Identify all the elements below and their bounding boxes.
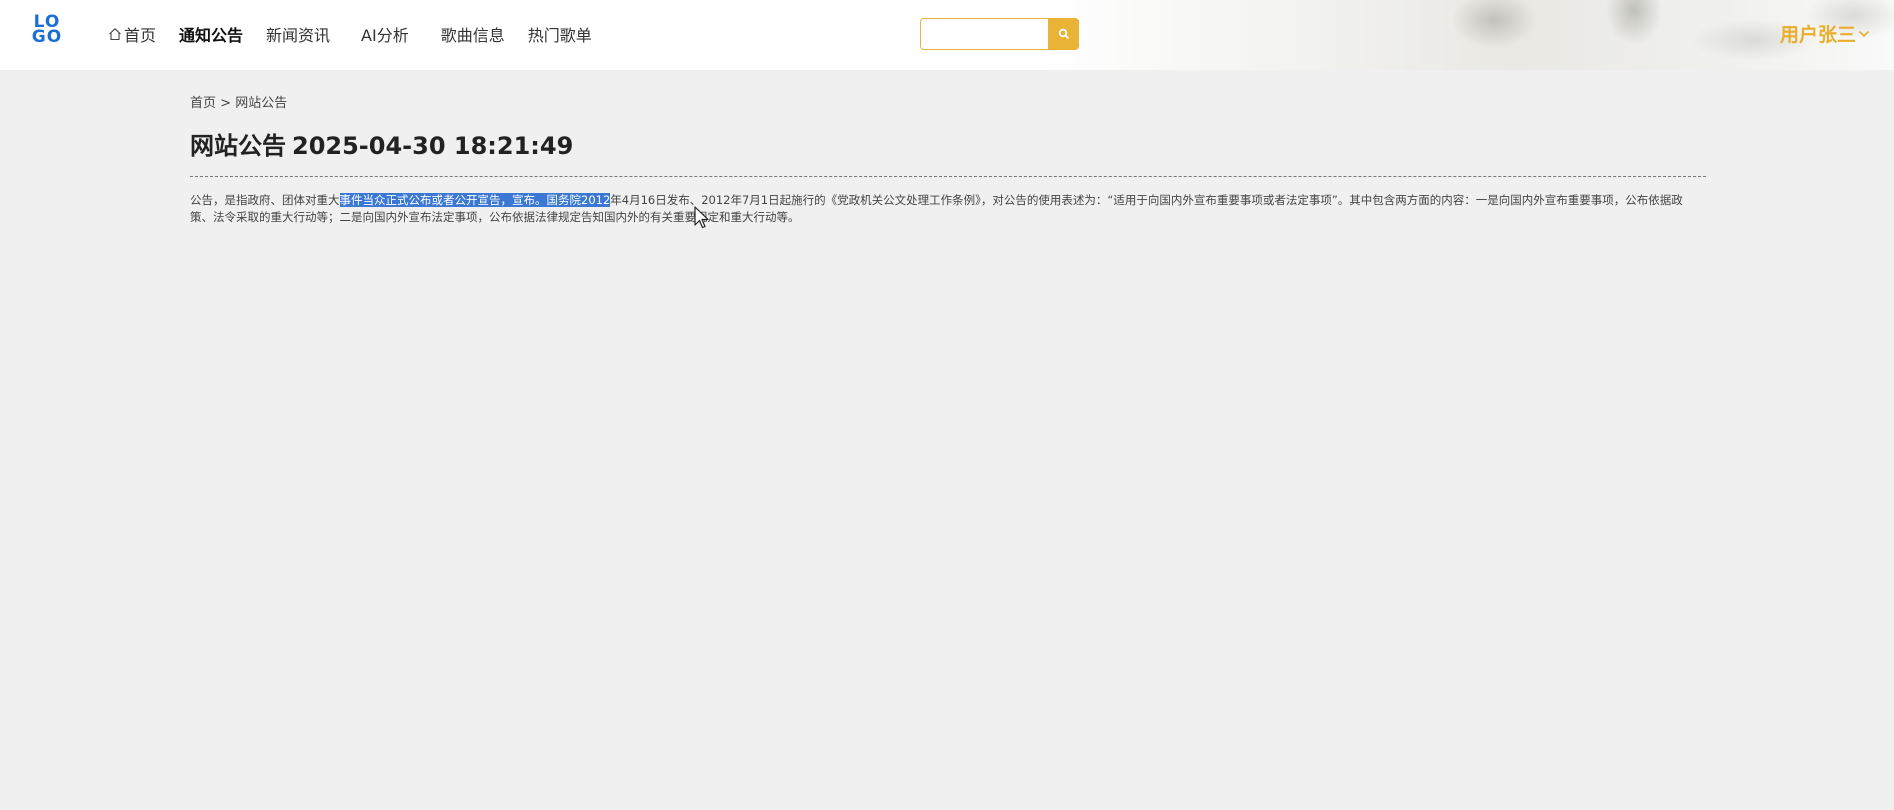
search-icon xyxy=(1058,28,1069,40)
chevron-down-icon xyxy=(1858,30,1870,37)
top-header: LO GO 首页 通知公告 新闻资讯 AI分析 歌曲信息 热门歌单 用户张三 xyxy=(0,0,1894,70)
breadcrumb: 首页 > 网站公告 xyxy=(190,92,1706,111)
article-title: 网站公告 xyxy=(190,132,286,160)
page-title: 网站公告 2025-04-30 18:21:49 xyxy=(190,130,1706,162)
nav-notices[interactable]: 通知公告 xyxy=(179,22,243,46)
user-name: 用户张三 xyxy=(1779,24,1856,46)
title-divider xyxy=(190,176,1706,177)
content-area: 首页 > 网站公告 网站公告 2025-04-30 18:21:49 公告，是指政… xyxy=(190,92,1706,226)
main-nav: 首页 通知公告 新闻资讯 AI分析 歌曲信息 热门歌单 xyxy=(108,22,615,46)
nav-home-label: 首页 xyxy=(124,26,157,45)
search-button[interactable] xyxy=(1048,18,1079,50)
user-menu[interactable]: 用户张三 xyxy=(1780,20,1870,47)
breadcrumb-separator: > xyxy=(220,96,232,111)
logo-line-2: GO xyxy=(31,27,63,47)
article-text-before: 公告，是指政府、团体对重大 xyxy=(190,193,340,207)
mouse-cursor-icon xyxy=(694,206,709,229)
site-logo[interactable]: LO GO xyxy=(15,3,79,57)
nav-news[interactable]: 新闻资讯 xyxy=(266,22,330,46)
search-box xyxy=(920,18,1079,50)
article-body: 公告，是指政府、团体对重大事件当众正式公布或者公开宣告，宣布。国务院2012年4… xyxy=(190,192,1696,226)
nav-home[interactable]: 首页 xyxy=(108,22,156,46)
nav-ai-analysis[interactable]: AI分析 xyxy=(361,22,409,46)
nav-songs[interactable]: 歌曲信息 xyxy=(441,22,505,46)
breadcrumb-home[interactable]: 首页 xyxy=(190,96,216,111)
home-icon xyxy=(109,28,121,41)
article-text-selected: 事件当众正式公布或者公开宣告，宣布。国务院2012 xyxy=(339,193,611,207)
search-input[interactable] xyxy=(920,18,1048,50)
breadcrumb-current: 网站公告 xyxy=(235,96,288,111)
nav-hot-playlists[interactable]: 热门歌单 xyxy=(528,22,592,46)
article-datetime: 2025-04-30 18:21:49 xyxy=(292,132,574,160)
